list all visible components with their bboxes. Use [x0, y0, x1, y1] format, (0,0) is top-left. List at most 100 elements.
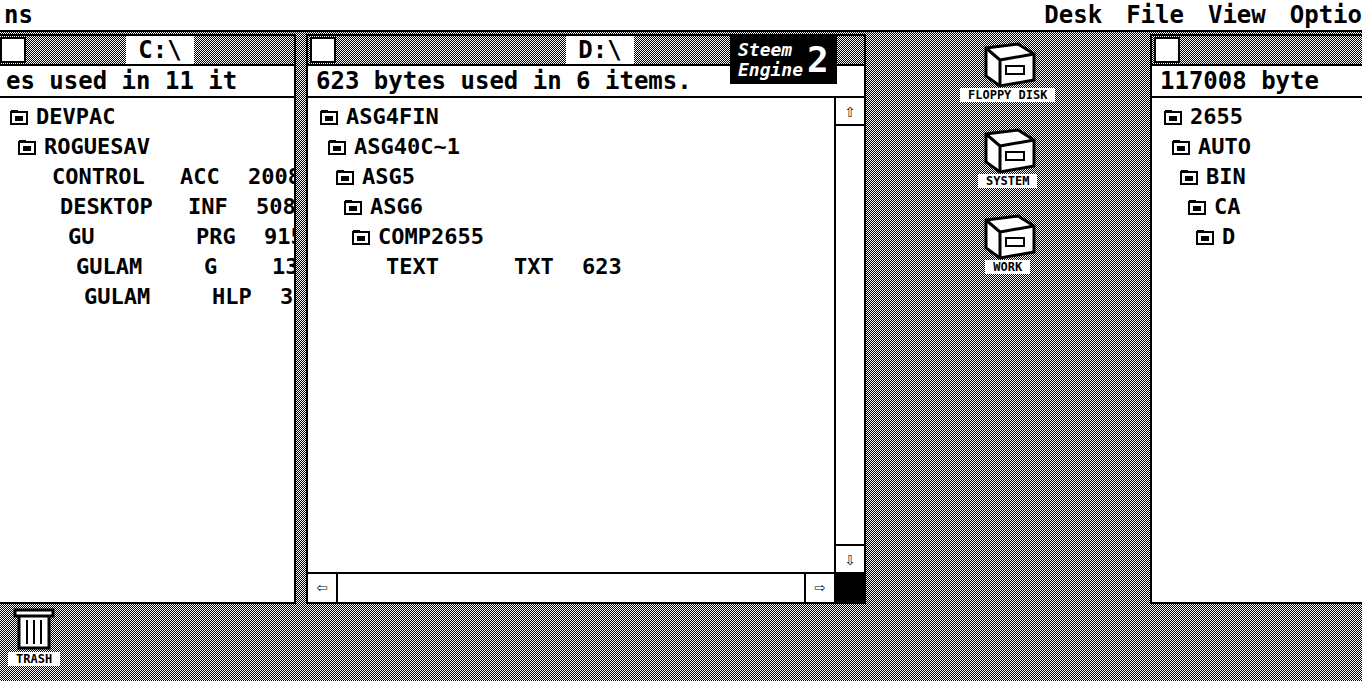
file-ext: G [204, 253, 264, 281]
menu-item[interactable]: Optio [1290, 0, 1362, 33]
hard-drive-icon [978, 126, 1038, 174]
trash[interactable]: TRASH [8, 606, 60, 666]
vertical-scrollbar[interactable]: ⇧⇩ [834, 98, 864, 572]
drive-icon[interactable]: SYSTEM [978, 126, 1038, 188]
file-name: ASG5 [362, 163, 482, 191]
hard-drive-icon [978, 212, 1038, 260]
file-ext: HLP [212, 283, 272, 311]
scroll-down-button[interactable]: ⇩ [836, 544, 864, 572]
menu-bar: ns Desk File View Optio [0, 0, 1362, 32]
file-name: GULAM [76, 253, 196, 281]
file-list: DEVPACROGUESAVCONTROL ACC 20088 DESKTOP INF 5… [0, 98, 294, 602]
file-name: D [1222, 223, 1342, 251]
folder-icon [1180, 169, 1198, 185]
file-ext: INF [188, 193, 248, 221]
file-ext: PRG [196, 223, 256, 251]
info-line: es used in 11 it [0, 66, 294, 98]
file-name: 2655 [1190, 103, 1310, 131]
menu-item[interactable]: Desk [1044, 0, 1102, 33]
gem-desktop: nsDeskFileViewOptioC:\es used in 11 itDE… [0, 0, 1362, 681]
close-box[interactable] [310, 37, 336, 63]
resize-box[interactable] [834, 574, 864, 602]
file-size: 91556 [264, 223, 294, 251]
file-row[interactable]: D [1164, 222, 1362, 252]
title-bar[interactable] [1152, 36, 1362, 66]
floppy-disk-icon [978, 40, 1038, 88]
file-size: 623 [582, 253, 622, 281]
file-name: CONTROL [52, 163, 172, 191]
folder-icon [10, 109, 28, 125]
file-ext: TXT [514, 253, 574, 281]
folder-icon [1172, 139, 1190, 155]
scroll-right-button[interactable]: ⇨ [804, 574, 834, 602]
file-size: 20088 [248, 163, 294, 191]
file-row[interactable]: DESKTOP INF 508 [10, 192, 294, 222]
file-name: GULAM [84, 283, 204, 311]
file-ext: ACC [180, 163, 240, 191]
info-line: 117008 byte [1152, 66, 1362, 98]
steem-engine-logo: SteemEngine2 [730, 36, 837, 84]
file-row[interactable]: AUTO [1164, 132, 1362, 162]
file-size: 508 [256, 193, 294, 221]
window-title: D:\ [566, 36, 633, 64]
file-name: ROGUESAV [44, 133, 164, 161]
file-name: BIN [1206, 163, 1326, 191]
file-name: ASG4FIN [346, 103, 466, 131]
file-window[interactable]: D:\623 bytes used in 6 items.ASG4FINASG4… [306, 34, 866, 604]
file-name: AUTO [1198, 133, 1318, 161]
drive-icon[interactable]: WORK [978, 212, 1038, 274]
window-title: C:\ [126, 36, 193, 64]
file-row[interactable]: GULAM HLP 3548 [10, 282, 294, 312]
folder-icon [1188, 199, 1206, 215]
folder-icon [328, 139, 346, 155]
file-row[interactable]: TEXT TXT 623 [320, 252, 834, 282]
icon-label: FLOPPY DISK [960, 88, 1055, 102]
file-row[interactable]: CONTROL ACC 20088 [10, 162, 294, 192]
file-name: GU [68, 223, 188, 251]
file-row[interactable]: ASG40C~1 [320, 132, 834, 162]
folder-icon [1196, 229, 1214, 245]
file-row[interactable]: BIN [1164, 162, 1362, 192]
close-box[interactable] [1154, 37, 1180, 63]
file-name: DESKTOP [60, 193, 180, 221]
folder-icon [320, 109, 338, 125]
file-name: DEVPAC [36, 103, 156, 131]
scroll-left-button[interactable]: ⇦ [308, 574, 338, 602]
folder-icon [344, 199, 362, 215]
file-name: ASG6 [370, 193, 490, 221]
file-size: 3548 [280, 283, 294, 311]
file-size: 1328 [272, 253, 294, 281]
file-name: CA [1214, 193, 1334, 221]
title-bar[interactable]: C:\ [0, 36, 294, 66]
file-window[interactable]: 117008 byte2655AUTOBINCAD [1150, 34, 1362, 604]
horizontal-scrollbar[interactable]: ⇦⇨ [308, 572, 864, 602]
folder-icon [1164, 109, 1182, 125]
trash-icon [11, 606, 57, 652]
drive-icon[interactable]: FLOPPY DISK [960, 40, 1055, 102]
scroll-up-button[interactable]: ⇧ [836, 98, 864, 126]
file-row[interactable]: CA [1164, 192, 1362, 222]
file-row[interactable]: ASG4FIN [320, 102, 834, 132]
file-name: COMP2655 [378, 223, 498, 251]
file-window[interactable]: C:\es used in 11 it DEVPACROGUESAVCONTROL… [0, 34, 296, 604]
folder-icon [336, 169, 354, 185]
file-row[interactable]: 2655 [1164, 102, 1362, 132]
menu-item[interactable]: File [1126, 0, 1184, 33]
icon-label: TRASH [8, 652, 60, 666]
menu-item[interactable]: View [1208, 0, 1266, 33]
icon-label: WORK [985, 260, 1030, 274]
file-row[interactable]: DEVPAC [10, 102, 294, 132]
file-row[interactable]: GULAM G 1328 [10, 252, 294, 282]
close-box[interactable] [0, 37, 26, 63]
folder-icon [352, 229, 370, 245]
menu-fragment[interactable]: ns [0, 0, 33, 33]
file-name: ASG40C~1 [354, 133, 474, 161]
file-row[interactable]: ASG6 [320, 192, 834, 222]
file-name: TEXT [386, 253, 506, 281]
file-row[interactable]: ROGUESAV [10, 132, 294, 162]
file-row[interactable]: GU PRG 91556 [10, 222, 294, 252]
file-row[interactable]: ASG5 [320, 162, 834, 192]
file-row[interactable]: COMP2655 [320, 222, 834, 252]
file-list: 2655AUTOBINCAD [1152, 98, 1362, 602]
icon-label: SYSTEM [978, 174, 1037, 188]
